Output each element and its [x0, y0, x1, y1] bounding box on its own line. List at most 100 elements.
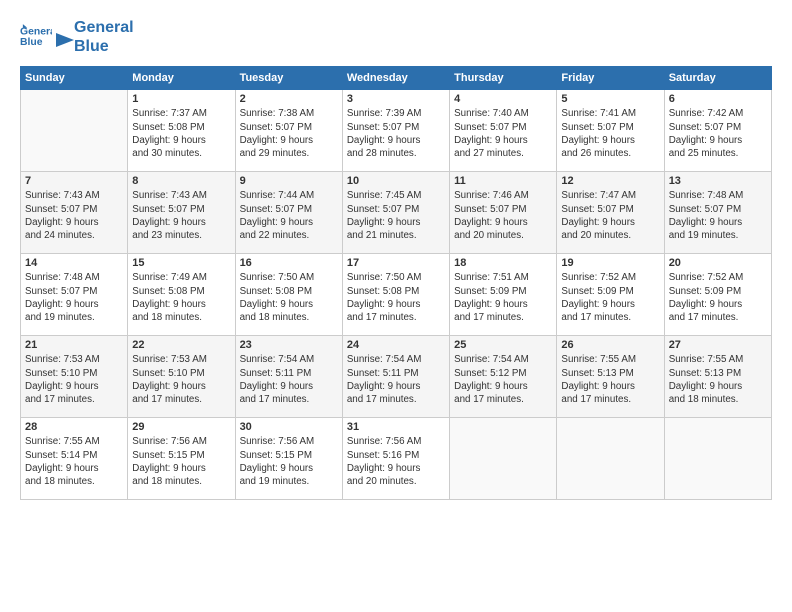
day-number: 24: [347, 339, 445, 351]
day-number: 29: [132, 421, 230, 433]
day-info: Sunrise: 7:53 AM Sunset: 5:10 PM Dayligh…: [25, 353, 123, 406]
calendar-day-cell: 9Sunrise: 7:44 AM Sunset: 5:07 PM Daylig…: [235, 172, 342, 254]
calendar-header-row: SundayMondayTuesdayWednesdayThursdayFrid…: [21, 67, 772, 90]
day-number: 18: [454, 257, 552, 269]
day-info: Sunrise: 7:52 AM Sunset: 5:09 PM Dayligh…: [561, 271, 659, 324]
weekday-header-monday: Monday: [128, 67, 235, 90]
calendar-day-cell: 19 Sunrise: 7:52 AM Sunset: 5:09 PM Dayli…: [557, 254, 664, 336]
day-info: Sunrise: 7:48 AM Sunset: 5:07 PM Dayligh…: [25, 271, 123, 324]
weekday-header-friday: Friday: [557, 67, 664, 90]
weekday-header-tuesday: Tuesday: [235, 67, 342, 90]
calendar-day-cell: 14 Sunrise: 7:48 AM Sunset: 5:07 PM Dayli…: [21, 254, 128, 336]
day-number: 20: [669, 257, 767, 269]
page: General Blue General Blue SundayMondayTu…: [0, 0, 792, 612]
day-info: Sunrise: 7:48 AM Sunset: 5:07 PM Dayligh…: [669, 189, 767, 242]
logo-general: General: [74, 18, 134, 37]
calendar-day-cell: 2Sunrise: 7:38 AM Sunset: 5:07 PM Daylig…: [235, 90, 342, 172]
calendar-day-cell: 31 Sunrise: 7:56 AM Sunset: 5:16 PM Dayli…: [342, 418, 449, 500]
calendar-day-cell: 22Sunrise: 7:53 AM Sunset: 5:10 PM Dayli…: [128, 336, 235, 418]
day-number: 25: [454, 339, 552, 351]
calendar-day-cell: 29 Sunrise: 7:56 AM Sunset: 5:15 PM Dayli…: [128, 418, 235, 500]
day-info: Sunrise: 7:55 AM Sunset: 5:13 PM Dayligh…: [669, 353, 767, 406]
day-info: Sunrise: 7:56 AM Sunset: 5:16 PM Dayligh…: [347, 435, 445, 488]
calendar-day-cell: 1 Sunrise: 7:37 AM Sunset: 5:08 PM Daylig…: [128, 90, 235, 172]
day-info: Sunrise: 7:54 AM Sunset: 5:11 PM Dayligh…: [240, 353, 338, 406]
calendar-day-cell: 5Sunrise: 7:41 AM Sunset: 5:07 PM Daylig…: [557, 90, 664, 172]
day-info: Sunrise: 7:55 AM Sunset: 5:14 PM Dayligh…: [25, 435, 123, 488]
calendar-day-cell: 4Sunrise: 7:40 AM Sunset: 5:07 PM Daylig…: [450, 90, 557, 172]
calendar-day-cell: 16 Sunrise: 7:50 AM Sunset: 5:08 PM Dayli…: [235, 254, 342, 336]
day-number: 27: [669, 339, 767, 351]
day-number: 19: [561, 257, 659, 269]
day-info: Sunrise: 7:43 AM Sunset: 5:07 PM Dayligh…: [132, 189, 230, 242]
day-number: 13: [669, 175, 767, 187]
day-info: Sunrise: 7:40 AM Sunset: 5:07 PM Dayligh…: [454, 107, 552, 160]
weekday-header-saturday: Saturday: [664, 67, 771, 90]
day-number: 30: [240, 421, 338, 433]
calendar-day-cell: 18 Sunrise: 7:51 AM Sunset: 5:09 PM Dayli…: [450, 254, 557, 336]
weekday-header-wednesday: Wednesday: [342, 67, 449, 90]
day-number: 21: [25, 339, 123, 351]
day-info: Sunrise: 7:45 AM Sunset: 5:07 PM Dayligh…: [347, 189, 445, 242]
calendar-day-cell: 28 Sunrise: 7:55 AM Sunset: 5:14 PM Dayli…: [21, 418, 128, 500]
logo-icon: General Blue: [20, 23, 52, 51]
day-info: Sunrise: 7:46 AM Sunset: 5:07 PM Dayligh…: [454, 189, 552, 242]
calendar-day-cell: [557, 418, 664, 500]
day-number: 28: [25, 421, 123, 433]
day-number: 1: [132, 93, 230, 105]
day-info: Sunrise: 7:51 AM Sunset: 5:09 PM Dayligh…: [454, 271, 552, 324]
calendar-week-row: 7Sunrise: 7:43 AM Sunset: 5:07 PM Daylig…: [21, 172, 772, 254]
calendar-day-cell: 25 Sunrise: 7:54 AM Sunset: 5:12 PM Dayli…: [450, 336, 557, 418]
day-info: Sunrise: 7:52 AM Sunset: 5:09 PM Dayligh…: [669, 271, 767, 324]
day-number: 10: [347, 175, 445, 187]
weekday-header-sunday: Sunday: [21, 67, 128, 90]
calendar-day-cell: 6Sunrise: 7:42 AM Sunset: 5:07 PM Daylig…: [664, 90, 771, 172]
day-number: 11: [454, 175, 552, 187]
calendar-day-cell: 27 Sunrise: 7:55 AM Sunset: 5:13 PM Dayli…: [664, 336, 771, 418]
day-info: Sunrise: 7:37 AM Sunset: 5:08 PM Dayligh…: [132, 107, 230, 160]
calendar-day-cell: 30 Sunrise: 7:56 AM Sunset: 5:15 PM Dayli…: [235, 418, 342, 500]
day-number: 23: [240, 339, 338, 351]
calendar-week-row: 28 Sunrise: 7:55 AM Sunset: 5:14 PM Dayli…: [21, 418, 772, 500]
calendar-day-cell: 3Sunrise: 7:39 AM Sunset: 5:07 PM Daylig…: [342, 90, 449, 172]
calendar-day-cell: 21 Sunrise: 7:53 AM Sunset: 5:10 PM Dayli…: [21, 336, 128, 418]
day-number: 14: [25, 257, 123, 269]
day-number: 9: [240, 175, 338, 187]
day-info: Sunrise: 7:54 AM Sunset: 5:12 PM Dayligh…: [454, 353, 552, 406]
svg-text:General: General: [20, 27, 52, 38]
weekday-header-thursday: Thursday: [450, 67, 557, 90]
day-info: Sunrise: 7:38 AM Sunset: 5:07 PM Dayligh…: [240, 107, 338, 160]
day-info: Sunrise: 7:50 AM Sunset: 5:08 PM Dayligh…: [240, 271, 338, 324]
header: General Blue General Blue: [20, 18, 772, 56]
day-info: Sunrise: 7:55 AM Sunset: 5:13 PM Dayligh…: [561, 353, 659, 406]
calendar-week-row: 21 Sunrise: 7:53 AM Sunset: 5:10 PM Dayli…: [21, 336, 772, 418]
day-number: 3: [347, 93, 445, 105]
logo-blue: Blue: [74, 37, 134, 56]
calendar-day-cell: 11 Sunrise: 7:46 AM Sunset: 5:07 PM Dayli…: [450, 172, 557, 254]
day-info: Sunrise: 7:56 AM Sunset: 5:15 PM Dayligh…: [132, 435, 230, 488]
day-info: Sunrise: 7:56 AM Sunset: 5:15 PM Dayligh…: [240, 435, 338, 488]
calendar-table: SundayMondayTuesdayWednesdayThursdayFrid…: [20, 66, 772, 500]
day-number: 26: [561, 339, 659, 351]
logo-arrow-icon: [56, 33, 74, 47]
calendar-day-cell: [21, 90, 128, 172]
day-number: 17: [347, 257, 445, 269]
day-info: Sunrise: 7:49 AM Sunset: 5:08 PM Dayligh…: [132, 271, 230, 324]
day-number: 6: [669, 93, 767, 105]
day-number: 8: [132, 175, 230, 187]
calendar-day-cell: 7Sunrise: 7:43 AM Sunset: 5:07 PM Daylig…: [21, 172, 128, 254]
calendar-day-cell: [450, 418, 557, 500]
day-info: Sunrise: 7:50 AM Sunset: 5:08 PM Dayligh…: [347, 271, 445, 324]
calendar-week-row: 14 Sunrise: 7:48 AM Sunset: 5:07 PM Dayli…: [21, 254, 772, 336]
calendar-day-cell: 10 Sunrise: 7:45 AM Sunset: 5:07 PM Dayli…: [342, 172, 449, 254]
day-info: Sunrise: 7:43 AM Sunset: 5:07 PM Dayligh…: [25, 189, 123, 242]
day-number: 16: [240, 257, 338, 269]
svg-text:Blue: Blue: [20, 37, 43, 48]
calendar-day-cell: 12Sunrise: 7:47 AM Sunset: 5:07 PM Dayli…: [557, 172, 664, 254]
calendar-day-cell: [664, 418, 771, 500]
calendar-day-cell: 24Sunrise: 7:54 AM Sunset: 5:11 PM Dayli…: [342, 336, 449, 418]
day-number: 31: [347, 421, 445, 433]
calendar-day-cell: 13 Sunrise: 7:48 AM Sunset: 5:07 PM Dayli…: [664, 172, 771, 254]
day-number: 15: [132, 257, 230, 269]
day-info: Sunrise: 7:53 AM Sunset: 5:10 PM Dayligh…: [132, 353, 230, 406]
